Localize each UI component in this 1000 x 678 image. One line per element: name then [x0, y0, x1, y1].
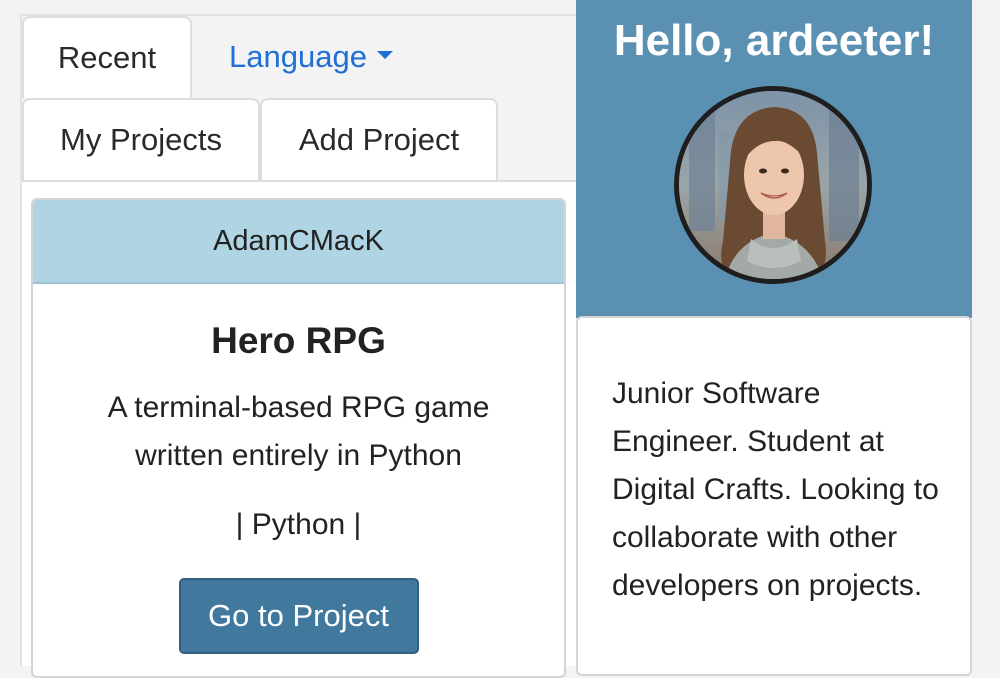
project-author: AdamCMacK	[33, 200, 564, 284]
tab-recent-label: Recent	[57, 40, 157, 75]
tab-add-project-label: Add Project	[298, 122, 460, 157]
project-description: A terminal-based RPG game written entire…	[107, 391, 490, 472]
caret-down-icon	[376, 51, 393, 59]
profile-greeting: Hello, ardeeter!	[613, 16, 935, 65]
tab-my-projects-label: My Projects	[60, 122, 222, 157]
profile-bio-card: Junior Software Engineer. Student at Dig…	[576, 316, 972, 676]
avatar-photo	[679, 91, 867, 279]
profile-bio: Junior Software Engineer. Student at Dig…	[612, 377, 939, 602]
tab-language-dropdown[interactable]: Language	[196, 16, 426, 98]
projects-panel: Recent Language My Projects Add Project …	[0, 0, 576, 678]
tab-add-project[interactable]: Add Project	[260, 98, 498, 180]
profile-header: Hello, ardeeter!	[576, 0, 972, 318]
go-to-project-button[interactable]: Go to Project	[178, 578, 419, 654]
profile-panel: Hello, ardeeter! Junior Software Enginee…	[576, 0, 972, 676]
tab-my-projects[interactable]: My Projects	[22, 98, 260, 180]
tab-recent[interactable]: Recent	[22, 16, 192, 98]
project-card: AdamCMacK Hero RPG A terminal-based RPG …	[31, 198, 566, 678]
tab-language-label: Language	[229, 39, 367, 74]
project-title: Hero RPG	[211, 320, 386, 361]
page-gutter	[972, 0, 1000, 666]
project-tags: | Python |	[235, 508, 362, 541]
avatar	[674, 86, 872, 284]
